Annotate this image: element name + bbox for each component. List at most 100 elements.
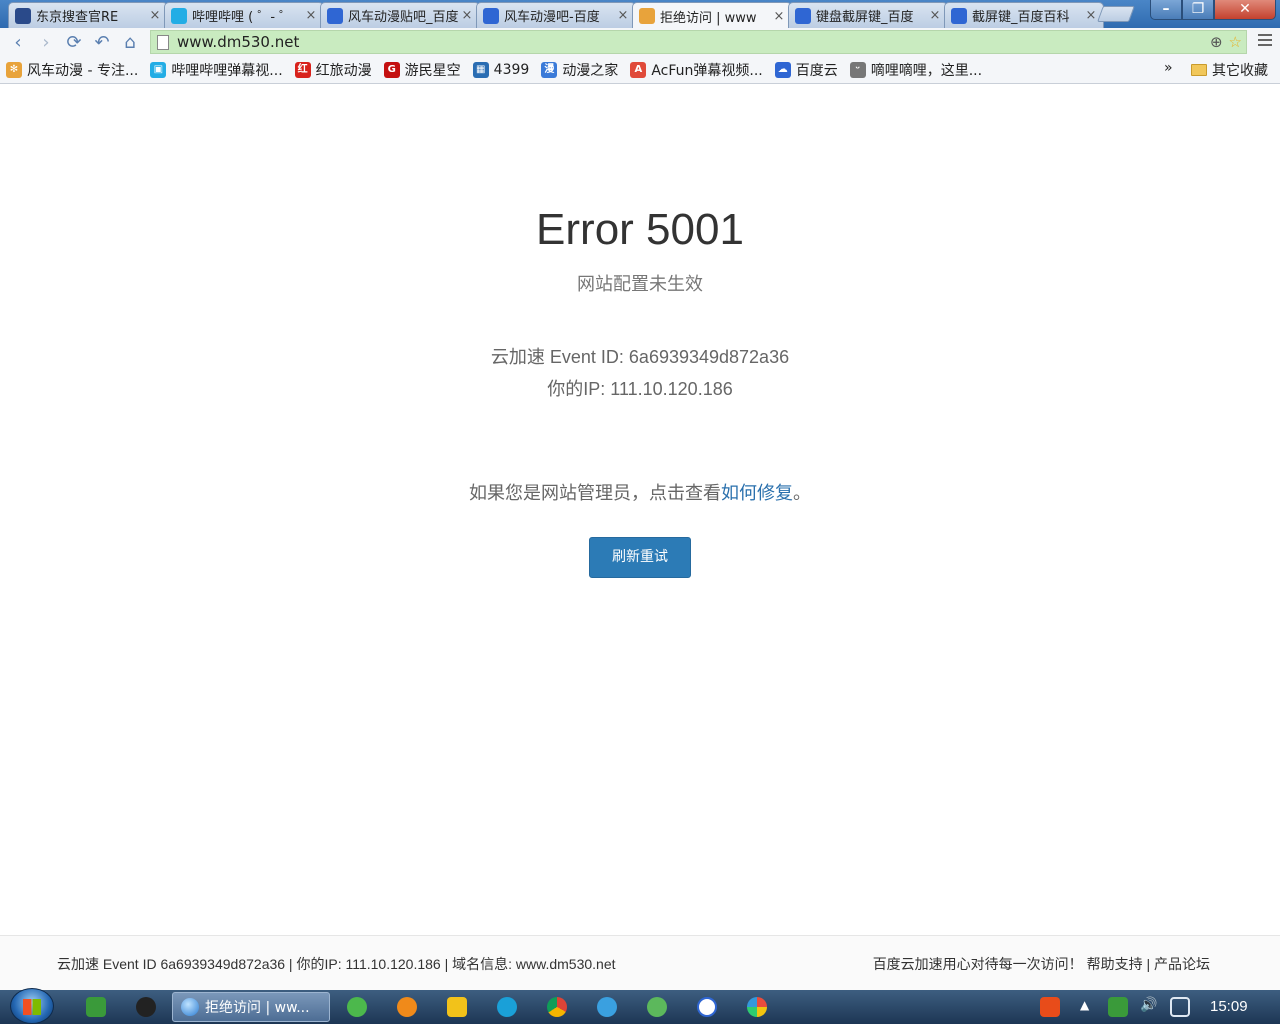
bookmark-1[interactable]: ▣ 哔哩哔哩弹幕视... [150,60,283,80]
bookmark-4[interactable]: ▦ 4399 [472,61,530,78]
tab-label: 拒绝访问 | www [660,10,757,26]
tab-close-icon[interactable]: × [773,9,785,24]
tab-close-icon[interactable]: × [617,8,629,23]
maximize-button[interactable]: ❐ [1182,0,1214,20]
reload-icon[interactable]: ⟳ [60,28,88,56]
bookmark-label: 百度云 [795,62,838,79]
bookmark-2[interactable]: 红红旅动漫 [294,60,372,80]
bookmark-favicon-icon: 红 [294,61,311,78]
bookmark-label: 风车动漫 - 专注... [27,62,139,79]
tab-close-icon[interactable]: × [461,8,473,23]
tab-favicon-icon [327,7,343,24]
bookmark-label: 动漫之家 [562,62,619,79]
network-icon[interactable] [1170,997,1190,1017]
bookmark-label: 嘀哩嘀哩，这里... [870,62,983,79]
bookmarks-more-button[interactable]: » [1164,60,1173,76]
product-forum-link[interactable]: 产品论坛 [1154,956,1210,972]
tab-favicon-icon [171,7,187,24]
bookmark-5[interactable]: 漫动漫之家 [541,60,618,80]
search-icon[interactable] [397,997,417,1017]
taskbar: 拒绝访问 | ww... ▲ 🔊 15:09 [0,988,1280,1024]
bookmark-label: 4399 [493,61,530,78]
tab-label: 哔哩哔哩 ( ゜- ゜ [192,10,293,25]
tab-4[interactable]: 拒绝访问 | www × [632,2,792,29]
network-globe-icon[interactable] [497,997,517,1017]
360-browser-icon[interactable] [647,997,667,1017]
bookmark-favicon-icon: ▣ [150,61,167,78]
star-icon[interactable]: ☆ [1229,33,1242,51]
close-window-button[interactable]: ✕ [1214,0,1276,20]
start-button[interactable] [10,988,54,1024]
bookmark-label: 哔哩哔哩弹幕视... [171,62,283,79]
page-content: Error 5001 网站配置未生效 云加速 Event ID: 6a69393… [0,85,1280,935]
bookmarks-bar: ✻ 风车动漫 - 专注... ▣ 哔哩哔哩弹幕视... 红红旅动漫 G 游民星空 ▦ 4399 漫… [0,56,1280,84]
tray-shield-icon[interactable] [1108,997,1128,1017]
help-support-link[interactable]: 帮助支持 [1087,956,1143,972]
wechat-icon[interactable] [347,997,367,1017]
browser-bird-icon[interactable] [597,997,617,1017]
tab-0[interactable]: 东京搜查官RE × [8,2,168,28]
error-subtitle: 网站配置未生效 [577,274,703,295]
address-bar[interactable]: www.dm530.net ⊕ ☆ [150,30,1247,54]
new-tab-button[interactable] [1097,6,1135,22]
bookmark-favicon-icon: 漫 [541,61,558,78]
footer-separator: | [1142,956,1154,972]
bookmark-3[interactable]: G 游民星空 [383,60,461,80]
tab-close-icon[interactable]: × [149,8,161,23]
minimize-button[interactable]: – [1150,0,1182,20]
forward-icon[interactable]: › [32,28,60,56]
tab-6[interactable]: 截屏键_百度百科 × [944,2,1104,28]
admin-hint: 如果您是网站管理员，点击查看如何修复。 [0,479,1280,505]
tab-favicon-icon [639,8,655,24]
chrome-icon[interactable] [547,997,567,1017]
tab-close-icon[interactable]: × [1085,8,1097,23]
home-icon[interactable]: ⌂ [116,28,144,56]
menu-icon[interactable] [1258,34,1272,49]
sogou-input-icon[interactable] [1040,997,1060,1017]
tab-5[interactable]: 键盘截屏键_百度 × [788,2,948,28]
admin-hint-suffix: 。 [793,483,811,504]
bookmark-6[interactable]: A AcFun弹幕视频... [630,60,763,80]
tab-strip: 东京搜查官RE × 哔哩哔哩 ( ゜- ゜ × 风车动漫贴吧_百度 × 风车动漫吧-百度 × 拒… [0,0,1280,29]
tab-label: 键盘截屏键_百度 [816,10,914,25]
bookmark-7[interactable]: ☁ 百度云 [774,60,838,80]
baidu-cloud-icon[interactable] [697,997,717,1017]
browser-toolbar: ‹ › ⟳ ↶ ⌂ www.dm530.net ⊕ ☆ [0,28,1280,56]
other-bookmarks-folder[interactable]: 其它收藏 [1191,60,1268,80]
folder-icon [1191,64,1207,76]
bookmark-favicon-icon: G [383,61,400,78]
admin-hint-prefix: 如果您是网站管理员，点击查看 [469,483,721,504]
back-icon[interactable]: ‹ [4,28,32,56]
tray-expand-icon[interactable]: ▲ [1080,998,1089,1012]
clock[interactable]: 15:09 [1210,998,1248,1015]
url-text[interactable]: www.dm530.net [177,33,299,51]
ip-text: 你的IP: 111.10.120.186 [547,379,733,399]
security-shield-icon[interactable] [86,997,106,1017]
photo-viewer-icon[interactable] [747,997,767,1017]
bookmark-favicon-icon: ᵕ [849,61,866,78]
bookmark-0[interactable]: ✻ 风车动漫 - 专注... [6,60,138,80]
tab-3[interactable]: 风车动漫吧-百度 × [476,2,636,28]
refresh-retry-button[interactable]: 刷新重试 [589,537,691,578]
taskbar-chrome-window[interactable]: 拒绝访问 | ww... [172,992,330,1022]
tab-label: 风车动漫吧-百度 [504,10,600,25]
page-icon [157,34,169,50]
volume-icon[interactable]: 🔊 [1140,997,1160,1017]
bookmark-label: AcFun弹幕视频... [651,62,763,79]
tab-2[interactable]: 风车动漫贴吧_百度 × [320,2,480,28]
tab-close-icon[interactable]: × [305,8,317,23]
tab-label: 截屏键_百度百科 [972,10,1070,25]
error-title: Error 5001 [536,205,744,254]
how-to-fix-link[interactable]: 如何修复 [721,483,793,504]
windows-logo-icon [23,999,41,1015]
tab-close-icon[interactable]: × [929,8,941,23]
undo-icon[interactable]: ↶ [88,28,116,56]
zoom-icon[interactable]: ⊕ [1210,33,1223,51]
bookmark-favicon-icon: ▦ [472,61,489,78]
footer-info: 云加速 Event ID 6a6939349d872a36 | 你的IP: 11… [57,956,616,972]
bookmark-8[interactable]: ᵕ 嘀哩嘀哩，这里... [849,60,983,80]
tab-1[interactable]: 哔哩哔哩 ( ゜- ゜ × [164,2,324,28]
qq-penguin-icon[interactable] [136,997,156,1017]
media-player-icon[interactable] [447,997,467,1017]
tab-favicon-icon [795,7,811,24]
